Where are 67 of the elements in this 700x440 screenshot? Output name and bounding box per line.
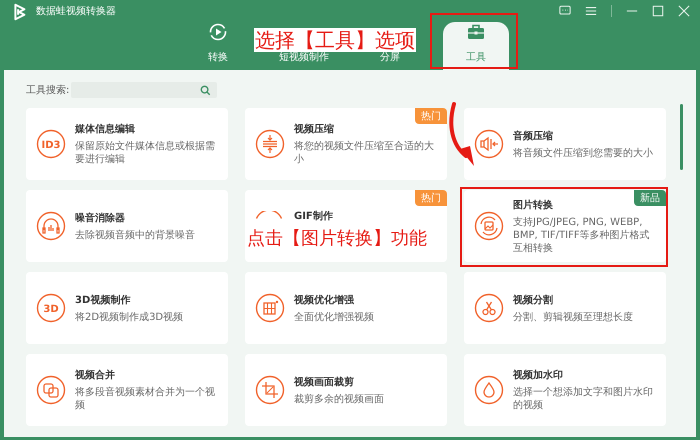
curved-arrow	[449, 102, 474, 166]
tool-title: 图片转换	[513, 198, 553, 212]
tool-description: 支持JPG/JPEG, PNG, WEBP, BMP, TIF/TIFF等多种图片格式互相转换	[513, 216, 651, 254]
crop-icon	[255, 375, 285, 405]
search-field[interactable]	[71, 82, 218, 98]
tool-title: 视频合并	[75, 368, 115, 382]
tab[interactable]: 工具	[443, 22, 509, 70]
close-icon[interactable]	[678, 5, 690, 17]
tool-title: 视频优化增强	[294, 294, 354, 306]
text-icon: 3D	[36, 293, 66, 323]
tool-title: GIF制作	[294, 210, 333, 223]
tool-description: 去除视频音频中的背景噪音	[75, 228, 195, 242]
arc-icon	[255, 211, 283, 219]
tool-description: 全面优化增强视频	[294, 310, 374, 324]
tab[interactable]: 分屏	[380, 50, 400, 64]
badge: 热门	[415, 190, 447, 206]
tool-card[interactable]: 视频优化增强 全面优化增强视频	[245, 272, 447, 344]
tool-title: 3D视频制作	[75, 294, 130, 306]
chat-icon[interactable]	[559, 5, 571, 17]
tab[interactable]: 转换	[185, 22, 251, 70]
annotation-text: 点击【图片转换】功能	[246, 228, 428, 250]
tool-description: 分割、剪辑视频至理想长度	[513, 310, 633, 324]
tool-card[interactable]: ID3 媒体信息编辑 保留原始文件媒体信息或根据需要进行编辑	[26, 108, 228, 180]
scissors-icon	[474, 293, 504, 323]
tool-title: 噪音消除器	[75, 211, 125, 224]
search-icon[interactable]	[200, 84, 212, 96]
tool-description: 将您的视频文件压缩至合适的大小	[294, 140, 435, 166]
tool-description: 选择一个想添加文字和图片水印的视频	[513, 386, 654, 412]
maximize-icon[interactable]	[652, 5, 664, 17]
tool-title: 视频分割	[513, 294, 553, 306]
tool-card[interactable]: 视频加水印 选择一个想添加文字和图片水印的视频	[464, 354, 666, 426]
tool-title: 音频压缩	[513, 129, 553, 142]
tab[interactable]: 短视频制作	[279, 50, 329, 64]
tool-card[interactable]: 视频画面裁剪 裁剪多余的视频画面	[245, 354, 447, 426]
text-icon: ID3	[36, 129, 66, 159]
tool-title: 视频压缩	[294, 122, 334, 136]
badge: 热门	[415, 108, 447, 124]
tool-card[interactable]: 3D 3D视频制作 将2D视频制作成3D视频	[26, 272, 228, 344]
tool-card[interactable]: 视频分割 分割、剪辑视频至理想长度	[464, 272, 666, 344]
menu-icon[interactable]	[585, 5, 597, 17]
convert-icon	[208, 22, 228, 42]
film-icon	[255, 293, 285, 323]
tool-description: 裁剪多余的视频画面	[294, 392, 384, 406]
tool-title: 媒体信息编辑	[75, 122, 135, 136]
tool-card[interactable]: 视频合并 将多段音视频素材合并为一个视频	[26, 354, 228, 426]
search-label: 工具搜索:	[26, 84, 70, 97]
scrollbar[interactable]	[680, 104, 683, 170]
headphones-icon	[36, 211, 66, 241]
tool-description: 将多段音视频素材合并为一个视频	[75, 386, 216, 412]
image-convert-icon	[474, 211, 504, 241]
tool-description: 将音频文件压缩到您需要的大小	[513, 146, 653, 160]
overlapping-squares-icon	[36, 375, 66, 405]
tool-title: 视频加水印	[513, 368, 563, 382]
annotation-text: 选择【工具】选项	[254, 28, 416, 52]
tool-card[interactable]: 音频压缩 将音频文件压缩到您需要的大小	[464, 108, 666, 180]
tool-card[interactable]: 视频压缩 将您的视频文件压缩至合适的大小 热门	[245, 108, 447, 180]
tool-description: 将2D视频制作成3D视频	[75, 310, 184, 324]
toolbox-icon	[466, 22, 486, 42]
compress-icon	[255, 129, 285, 159]
tool-card[interactable]: 噪音消除器 去除视频音频中的背景噪音	[26, 190, 228, 262]
tool-description: 保留原始文件媒体信息或根据需要进行编辑	[75, 140, 216, 166]
window-title: 数据蛙视频转换器	[36, 4, 116, 18]
drop-icon	[474, 375, 504, 405]
tool-card[interactable]: 图片转换 支持JPG/JPEG, PNG, WEBP, BMP, TIF/TIFF等多种图片格式互相转换 新品	[464, 190, 666, 262]
badge: 新品	[634, 190, 666, 206]
tool-title: 视频画面裁剪	[294, 376, 354, 388]
speaker-icon	[474, 129, 504, 159]
